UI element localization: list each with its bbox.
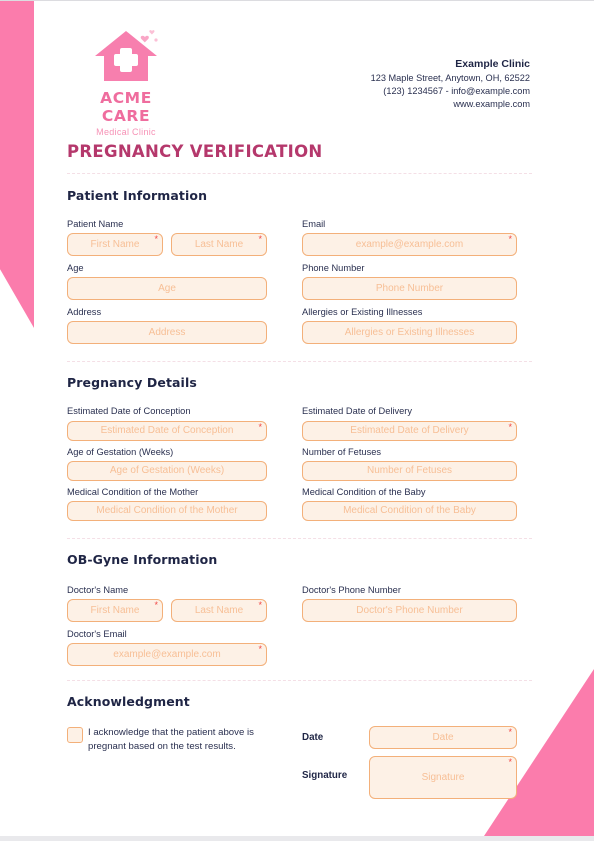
delivery-date-input[interactable]: Estimated Date of Delivery * <box>302 420 517 441</box>
label-baby-condition: Medical Condition of the Baby <box>302 486 426 497</box>
required-asterisk: * <box>258 234 262 245</box>
placeholder: Medical Condition of the Baby <box>343 505 476 517</box>
label-doctor-name: Doctor's Name <box>67 584 129 595</box>
acknowledgment-area: I acknowledge that the patient above is … <box>67 726 532 806</box>
label-phone: Phone Number <box>302 263 365 274</box>
placeholder: Last Name <box>194 239 244 251</box>
mother-condition-input[interactable]: Medical Condition of the Mother <box>67 500 267 521</box>
doctor-email-input[interactable]: example@example.com * <box>67 643 267 667</box>
placeholder: Age of Gestation (Weeks) <box>109 465 225 477</box>
required-asterisk: * <box>154 600 158 611</box>
required-asterisk: * <box>508 234 512 245</box>
label-doctor-phone: Doctor's Phone Number <box>302 584 401 595</box>
placeholder: Number of Fetuses <box>366 465 453 477</box>
required-asterisk: * <box>258 421 262 432</box>
signature-row: Signature Signature * <box>302 756 517 800</box>
doctor-phone-input[interactable]: Doctor's Phone Number <box>302 599 517 623</box>
doctor-last-name-input[interactable]: Last Name * <box>171 599 267 623</box>
gestation-age-input[interactable]: Age of Gestation (Weeks) <box>67 460 267 481</box>
required-asterisk: * <box>154 234 158 245</box>
placeholder: Date <box>432 732 454 744</box>
placeholder: example@example.com <box>113 649 221 661</box>
brand-tagline: Medical Clinic <box>96 127 156 137</box>
placeholder: Medical Condition of the Mother <box>96 505 238 517</box>
acknowledgment-statement: I acknowledge that the patient above is … <box>88 727 254 753</box>
clinic-address: 123 Maple Street, Anytown, OH, 62522 <box>370 72 530 83</box>
label-address: Address <box>67 307 102 318</box>
patient-allergies-input[interactable]: Allergies or Existing Illnesses <box>302 321 517 345</box>
placeholder: Estimated Date of Conception <box>100 425 234 437</box>
label-delivery-date: Estimated Date of Delivery <box>302 406 413 417</box>
label-fetuses-count: Number of Fetuses <box>302 446 382 457</box>
document-page: ACME CARE Medical Clinic Example Clinic … <box>0 0 594 836</box>
placeholder: Address <box>148 327 186 339</box>
placeholder: Signature <box>421 772 465 784</box>
acknowledgment-checkbox[interactable] <box>67 727 83 744</box>
clinic-contact: (123) 1234567 - info@example.com <box>383 85 530 96</box>
fetuses-count-input[interactable]: Number of Fetuses <box>302 460 517 481</box>
required-asterisk: * <box>258 600 262 611</box>
required-asterisk: * <box>508 757 512 768</box>
placeholder: example@example.com <box>355 239 464 251</box>
placeholder: Phone Number <box>375 283 444 295</box>
section-title-acknowledgment: Acknowledgment <box>67 694 190 710</box>
section-title-obgyne: OB-Gyne Information <box>67 551 218 567</box>
placeholder: Last Name <box>194 605 244 617</box>
acknowledgment-statement-row: I acknowledge that the patient above is … <box>67 726 267 806</box>
label-email: Email <box>302 219 326 229</box>
patient-phone-input[interactable]: Phone Number <box>302 277 517 301</box>
signature-block: Date Date * Signature Signature * <box>302 726 517 806</box>
patient-name-pair: First Name * Last Name * <box>67 233 267 257</box>
placeholder: Doctor's Phone Number <box>356 605 463 617</box>
label-gestation-age: Age of Gestation (Weeks) <box>67 446 174 457</box>
placeholder: Allergies or Existing Illnesses <box>344 327 475 339</box>
section-title-pregnancy: Pregnancy Details <box>67 375 197 391</box>
patient-first-name-input[interactable]: First Name * <box>67 233 163 257</box>
label-mother-condition: Medical Condition of the Mother <box>67 486 199 497</box>
clinic-contact-block: Example Clinic 123 Maple Street, Anytown… <box>371 57 530 111</box>
placeholder: First Name <box>90 239 140 251</box>
patient-fields: Patient Name First Name * Last Name * Ag… <box>67 219 532 345</box>
placeholder: Estimated Date of Delivery <box>350 425 469 437</box>
required-asterisk: * <box>258 644 262 655</box>
patient-address-input[interactable]: Address <box>67 321 267 345</box>
signature-input[interactable]: Signature * <box>369 756 517 800</box>
brand-name: ACME CARE <box>100 89 152 125</box>
section-title-patient: Patient Information <box>67 188 208 203</box>
form-body: Patient Information Patient Name First N… <box>67 173 532 806</box>
label-allergies: Allergies or Existing Illnesses <box>302 307 423 318</box>
date-row: Date Date * <box>302 726 517 750</box>
document-header: ACME CARE Medical Clinic Example Clinic … <box>0 1 594 137</box>
baby-condition-input[interactable]: Medical Condition of the Baby <box>302 500 517 521</box>
required-asterisk: * <box>508 421 512 432</box>
pregnancy-fields: Estimated Date of Conception Estimated D… <box>67 406 532 521</box>
page-title: PREGNANCY VERIFICATION <box>67 142 323 161</box>
conception-date-input[interactable]: Estimated Date of Conception * <box>67 420 267 441</box>
patient-last-name-input[interactable]: Last Name * <box>171 233 267 257</box>
label-conception-date: Estimated Date of Conception <box>67 406 191 417</box>
patient-age-input[interactable]: Age <box>67 277 267 301</box>
placeholder: Age <box>158 283 176 295</box>
label-signature: Signature <box>302 770 348 782</box>
doctor-name-pair: First Name * Last Name * <box>67 599 267 623</box>
clinic-house-cross-icon <box>74 27 178 87</box>
clinic-name: Example Clinic <box>455 58 530 70</box>
label-date: Date <box>302 732 324 744</box>
patient-email-input[interactable]: example@example.com * <box>302 233 517 257</box>
date-input[interactable]: Date * <box>369 726 517 750</box>
label-age: Age <box>67 263 84 274</box>
label-patient-name: Patient Name <box>67 219 124 229</box>
brand-logo: ACME CARE Medical Clinic <box>74 27 178 137</box>
label-doctor-email: Doctor's Email <box>67 629 127 640</box>
doctor-first-name-input[interactable]: First Name * <box>67 599 163 623</box>
clinic-website: www.example.com <box>453 99 530 110</box>
obgyne-fields: Doctor's Name First Name * Last Name * D… <box>67 584 532 667</box>
required-asterisk: * <box>508 727 512 738</box>
placeholder: First Name <box>90 605 140 617</box>
